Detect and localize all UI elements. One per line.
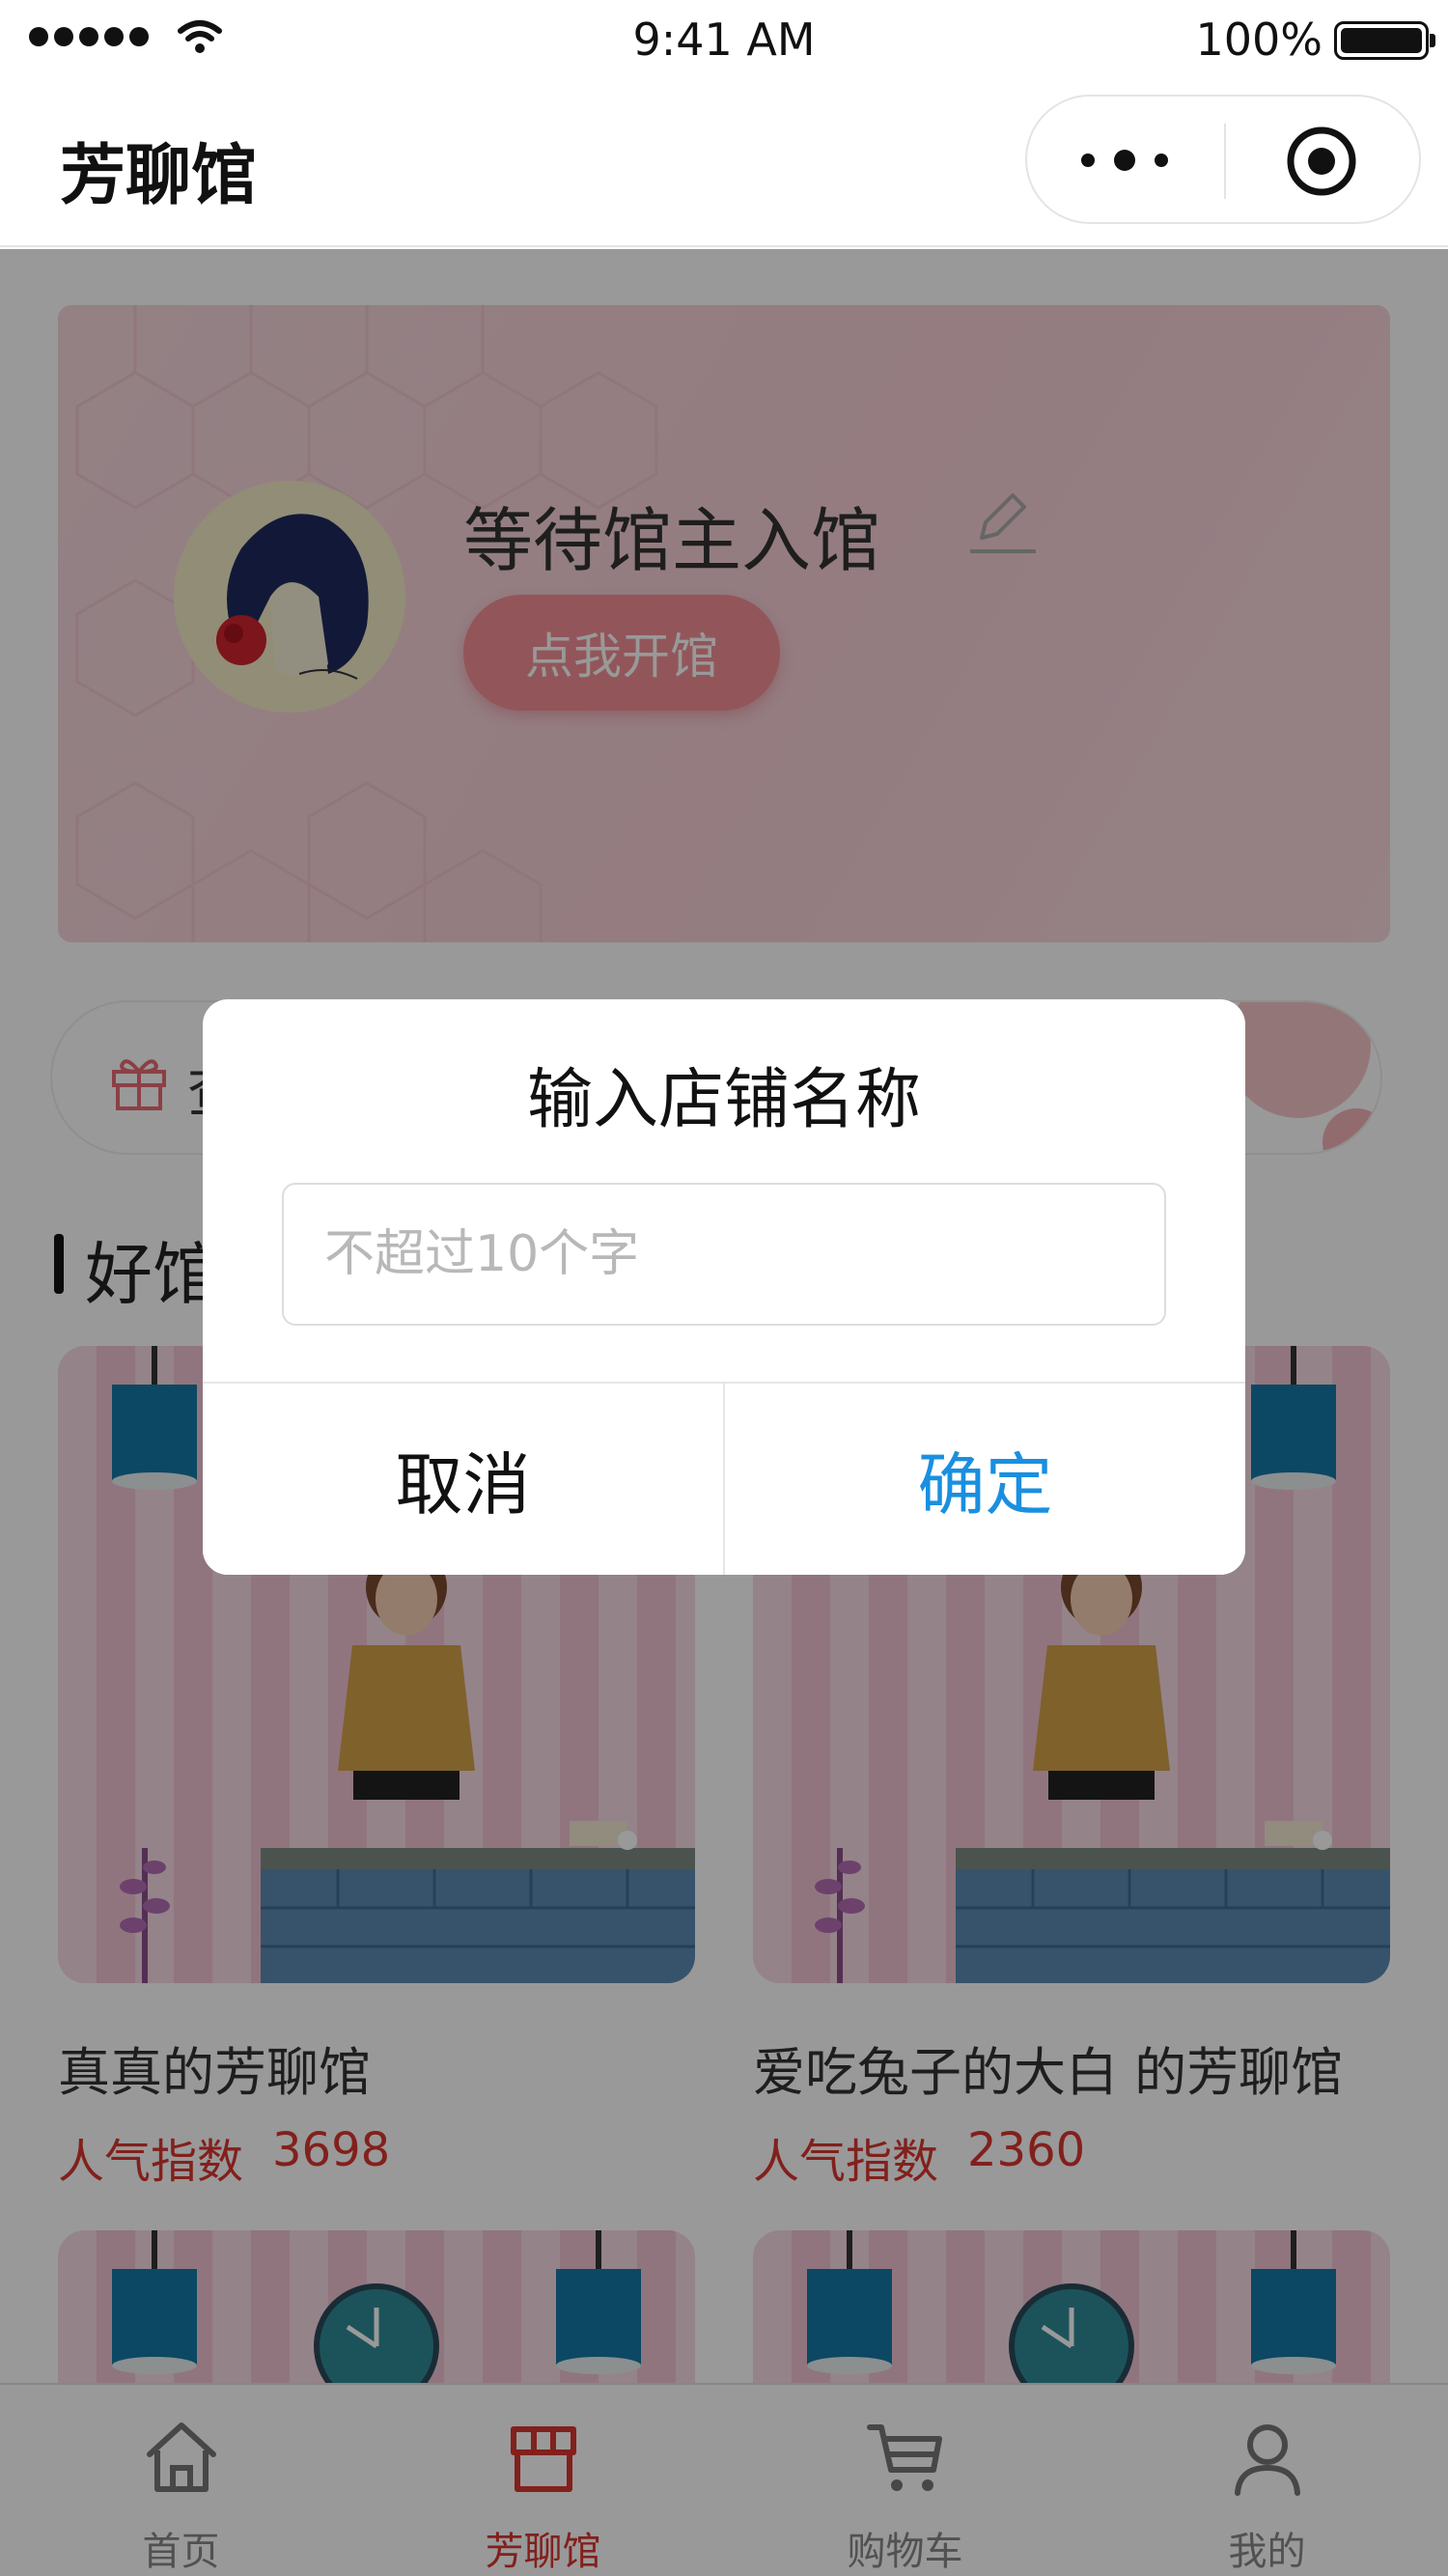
battery-icon — [1334, 21, 1435, 60]
dialog-actions: 取消 确定 — [203, 1382, 1245, 1575]
battery-percent: 100% — [1195, 14, 1323, 66]
more-icon[interactable] — [1081, 141, 1168, 180]
cancel-button[interactable]: 取消 — [203, 1384, 725, 1575]
confirm-button[interactable]: 确定 — [725, 1384, 1245, 1575]
page-title: 芳聊馆 — [60, 138, 258, 214]
close-target-icon[interactable] — [1286, 126, 1357, 197]
shop-name-input[interactable] — [282, 1183, 1166, 1326]
status-bar: 9:41 AM 100% — [0, 0, 1448, 83]
mini-program-capsule — [1025, 95, 1421, 224]
nav-bar: 芳聊馆 — [0, 83, 1448, 247]
capsule-divider — [1224, 124, 1226, 199]
dialog-title: 输入店铺名称 — [526, 1062, 921, 1138]
shop-name-dialog: 输入店铺名称 取消 确定 — [203, 999, 1245, 1575]
